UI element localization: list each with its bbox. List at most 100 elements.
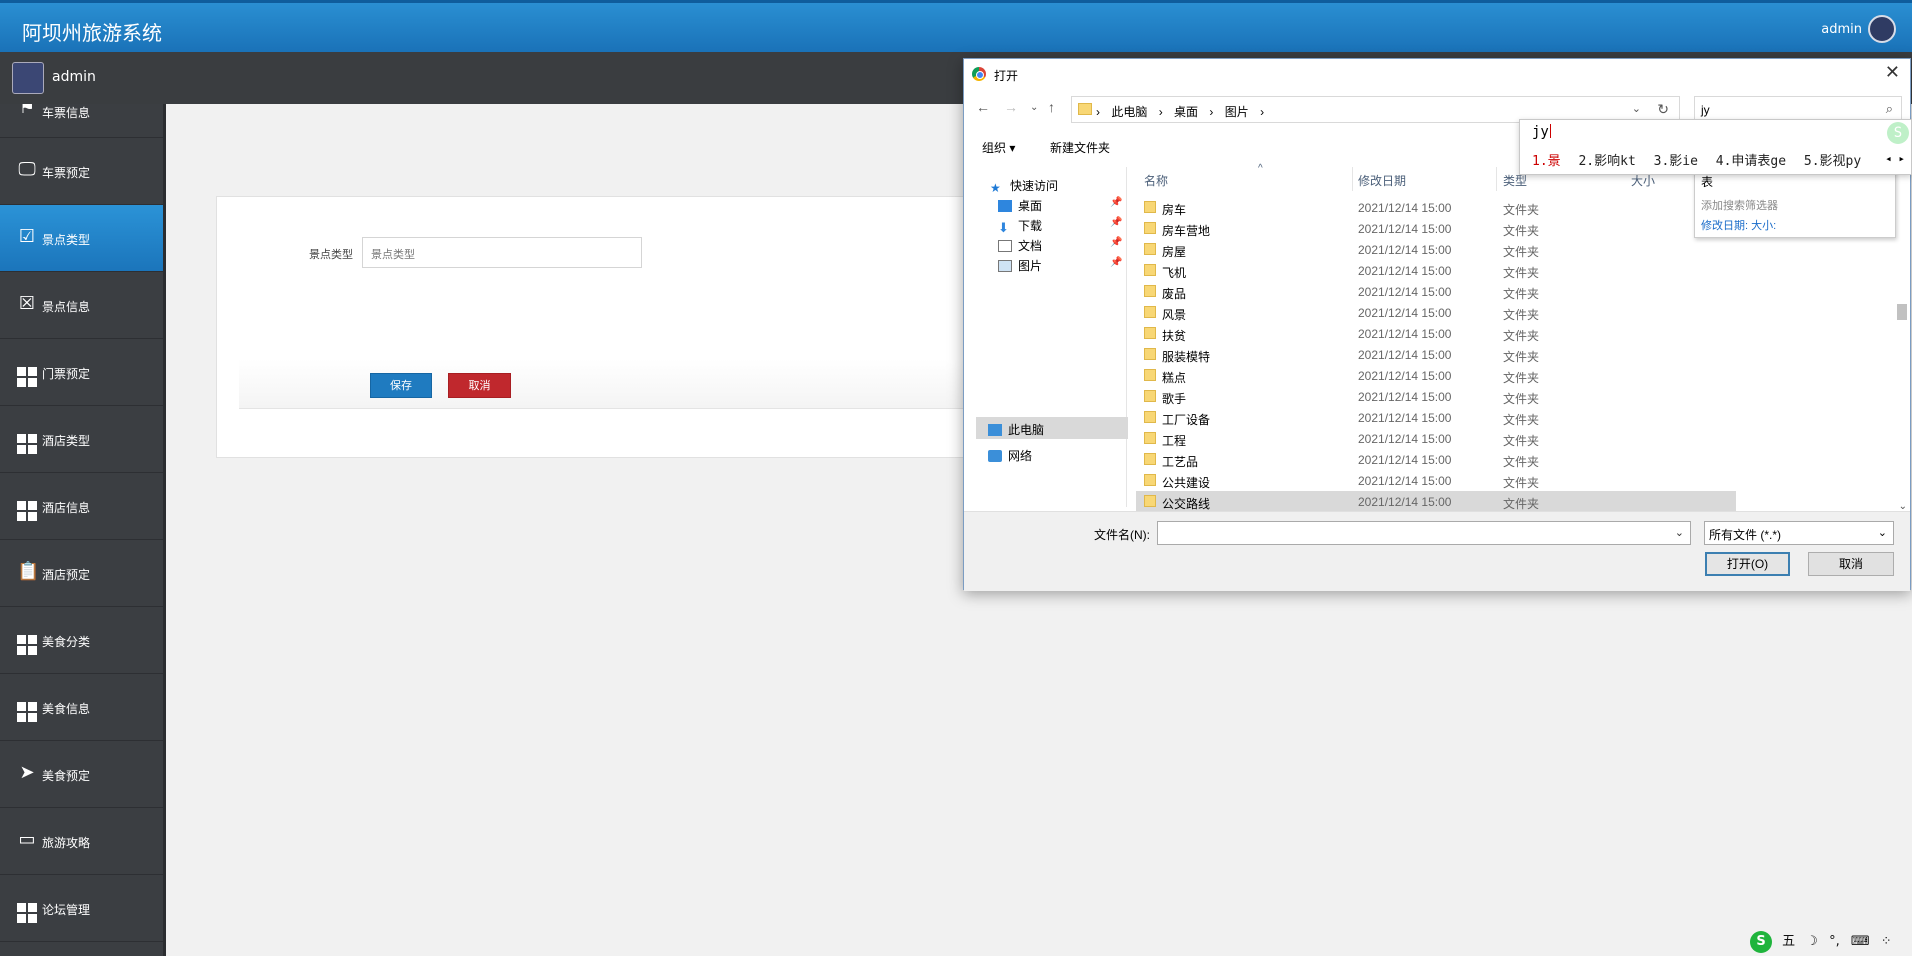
header-username[interactable]: admin	[1821, 22, 1862, 37]
file-rows: 房车 2021/12/14 15:00 文件夹 房车营地 2021/12/14 15:…	[1136, 197, 1736, 512]
file-row[interactable]: 风景 2021/12/14 15:00 文件夹	[1136, 302, 1736, 323]
sogou-logo-icon: S	[1887, 122, 1909, 144]
folder-icon	[1144, 201, 1156, 213]
punctuation-icon[interactable]: °,	[1829, 934, 1840, 949]
grid-icon	[17, 495, 37, 521]
sidebar-item-label: 门票预定	[42, 367, 91, 381]
cancel-button[interactable]: 取消	[448, 373, 511, 398]
navigation-pane: ★ 快速访问 桌面 📌 ⬇ 下载 📌 文档 📌 图片 📌 此电脑 网络	[964, 167, 1128, 507]
sogou-logo-icon[interactable]: S	[1750, 931, 1772, 953]
column-date[interactable]: 修改日期	[1358, 172, 1406, 189]
sidebar-item-ticket-info[interactable]: ⚑ 车票信息	[0, 104, 163, 138]
forward-arrow-icon[interactable]: →	[1004, 99, 1018, 115]
file-row[interactable]: 服装模特 2021/12/14 15:00 文件夹	[1136, 344, 1736, 365]
dialog-cancel-button[interactable]: 取消	[1808, 552, 1894, 576]
back-arrow-icon[interactable]: ←	[976, 99, 990, 115]
sidebar-item-travel-guide[interactable]: ▭ 旅游攻略	[0, 808, 163, 875]
filetype-select[interactable]: 所有文件 (*.*) ⌄	[1704, 521, 1894, 545]
file-row-selected[interactable]: 公交路线 2021/12/14 15:00 文件夹	[1136, 491, 1736, 512]
ime-candidate[interactable]: 2.影响kt	[1578, 154, 1635, 169]
file-row[interactable]: 房屋 2021/12/14 15:00 文件夹	[1136, 239, 1736, 260]
folder-icon	[1144, 222, 1156, 234]
file-row[interactable]: 公共建设 2021/12/14 15:00 文件夹	[1136, 470, 1736, 491]
sidebar-item-ticket-booking[interactable]: 🖵 车票预定	[0, 138, 163, 205]
folder-icon	[1144, 495, 1156, 507]
ime-candidate[interactable]: 3.影ie	[1654, 154, 1698, 169]
ime-candidate[interactable]: 1.景	[1532, 154, 1561, 169]
sidebar-item-scenic-info[interactable]: ☒ 景点信息	[0, 272, 163, 339]
sidebar-item-label: 美食信息	[42, 702, 91, 716]
new-folder-button[interactable]: 新建文件夹	[1050, 139, 1110, 156]
organize-button[interactable]: 组织 ▾	[982, 139, 1015, 156]
sidebar-item-hotel-type[interactable]: 酒店类型	[0, 406, 163, 473]
pin-icon: 📌	[1110, 237, 1123, 248]
nav-desktop[interactable]: 桌面 📌	[998, 197, 1122, 214]
chrome-icon	[972, 67, 986, 81]
file-row[interactable]: 工厂设备 2021/12/14 15:00 文件夹	[1136, 407, 1736, 428]
file-row[interactable]: 工艺品 2021/12/14 15:00 文件夹	[1136, 449, 1736, 470]
suggestion-item[interactable]: 表	[1701, 173, 1713, 190]
sidebar-item-ticket-order[interactable]: 门票预定	[0, 339, 163, 406]
scenic-type-input[interactable]: 景点类型	[362, 237, 642, 268]
search-icon: ⌕	[1885, 101, 1893, 116]
filename-label: 文件名(N):	[1094, 528, 1150, 542]
ime-candidate[interactable]: 4.申请表ge	[1716, 154, 1786, 169]
open-button[interactable]: 打开(O)	[1705, 552, 1790, 576]
file-row[interactable]: 歌手 2021/12/14 15:00 文件夹	[1136, 386, 1736, 407]
download-icon: ⬇	[998, 220, 1009, 235]
scroll-thumb[interactable]	[1897, 304, 1907, 320]
filename-input[interactable]: ⌄	[1157, 521, 1691, 545]
nav-this-pc[interactable]: 此电脑	[988, 421, 1044, 438]
sidebar-item-food-category[interactable]: 美食分类	[0, 607, 163, 674]
file-row[interactable]: 飞机 2021/12/14 15:00 文件夹	[1136, 260, 1736, 281]
file-row[interactable]: 废品 2021/12/14 15:00 文件夹	[1136, 281, 1736, 302]
up-arrow-icon[interactable]: ↑	[1048, 99, 1055, 115]
filter-links[interactable]: 修改日期: 大小:	[1701, 217, 1776, 233]
toolbox-icon[interactable]: ⁘	[1881, 934, 1892, 949]
ime-candidate[interactable]: 5.影视py	[1804, 154, 1861, 169]
search-value: jy	[1701, 103, 1710, 117]
ime-page-arrows-icon[interactable]: ◂ ▸	[1885, 152, 1905, 165]
chevron-down-icon[interactable]: ⌄	[1632, 102, 1641, 115]
nav-network[interactable]: 网络	[988, 447, 1032, 464]
sidebar-item-food-info[interactable]: 美食信息	[0, 674, 163, 741]
nav-documents[interactable]: 文档 📌	[998, 237, 1122, 254]
keyboard-icon[interactable]: ⌨	[1851, 934, 1870, 949]
folder-icon	[1144, 474, 1156, 486]
input-mode-indicator[interactable]: 五	[1782, 934, 1795, 949]
sidebar-item-hotel-booking[interactable]: 📋 酒店预定	[0, 540, 163, 607]
chevron-down-icon[interactable]: ⌄	[1675, 526, 1684, 539]
sidebar-item-label: 美食预定	[42, 769, 91, 783]
paper-plane-icon: ➤	[19, 762, 35, 783]
sidebar-item-forum[interactable]: 论坛管理	[0, 875, 163, 942]
folder-icon	[1144, 264, 1156, 276]
sidebar-item-label: 旅游攻略	[42, 836, 91, 850]
recent-chevron-icon[interactable]: ⌄	[1030, 102, 1038, 113]
sidebar-item-food-booking[interactable]: ➤ 美食预定	[0, 741, 163, 808]
file-row[interactable]: 房车营地 2021/12/14 15:00 文件夹	[1136, 218, 1736, 239]
ime-candidate-window: jy 1.景 2.影响kt 3.影ie 4.申请表ge 5.影视py S ◂ ▸	[1519, 119, 1912, 175]
file-row[interactable]: 房车 2021/12/14 15:00 文件夹	[1136, 197, 1736, 218]
file-row[interactable]: 工程 2021/12/14 15:00 文件夹	[1136, 428, 1736, 449]
header-avatar[interactable]	[1868, 15, 1896, 43]
monitor-icon: 🖵	[18, 159, 36, 180]
moon-icon[interactable]: ☽	[1806, 934, 1818, 949]
vertical-scrollbar[interactable]: ⌄	[1894, 194, 1910, 512]
save-button[interactable]: 保存	[370, 373, 432, 398]
nav-quick-access[interactable]: ★ 快速访问	[990, 177, 1058, 195]
breadcrumb-item[interactable]: 桌面	[1174, 105, 1198, 119]
sidebar-item-scenic-type[interactable]: ☑ 景点类型	[0, 205, 163, 272]
close-icon[interactable]: ✕	[1885, 62, 1900, 83]
file-row[interactable]: 扶贫 2021/12/14 15:00 文件夹	[1136, 323, 1736, 344]
sidebar: ⚑ 车票信息 🖵 车票预定 ☑ 景点类型 ☒ 景点信息 门票预定 酒店类型 酒店…	[0, 104, 166, 956]
folder-icon	[1144, 369, 1156, 381]
breadcrumb-item[interactable]: 此电脑	[1111, 105, 1147, 119]
nav-pictures[interactable]: 图片 📌	[998, 257, 1122, 274]
refresh-icon[interactable]: ↻	[1657, 101, 1669, 118]
nav-downloads[interactable]: ⬇ 下载 📌	[998, 217, 1122, 235]
file-row[interactable]: 糕点 2021/12/14 15:00 文件夹	[1136, 365, 1736, 386]
breadcrumb-item[interactable]: 图片	[1225, 105, 1249, 119]
column-name[interactable]: 名称	[1144, 172, 1168, 189]
folder-icon	[1144, 453, 1156, 465]
sidebar-item-hotel-info[interactable]: 酒店信息	[0, 473, 163, 540]
